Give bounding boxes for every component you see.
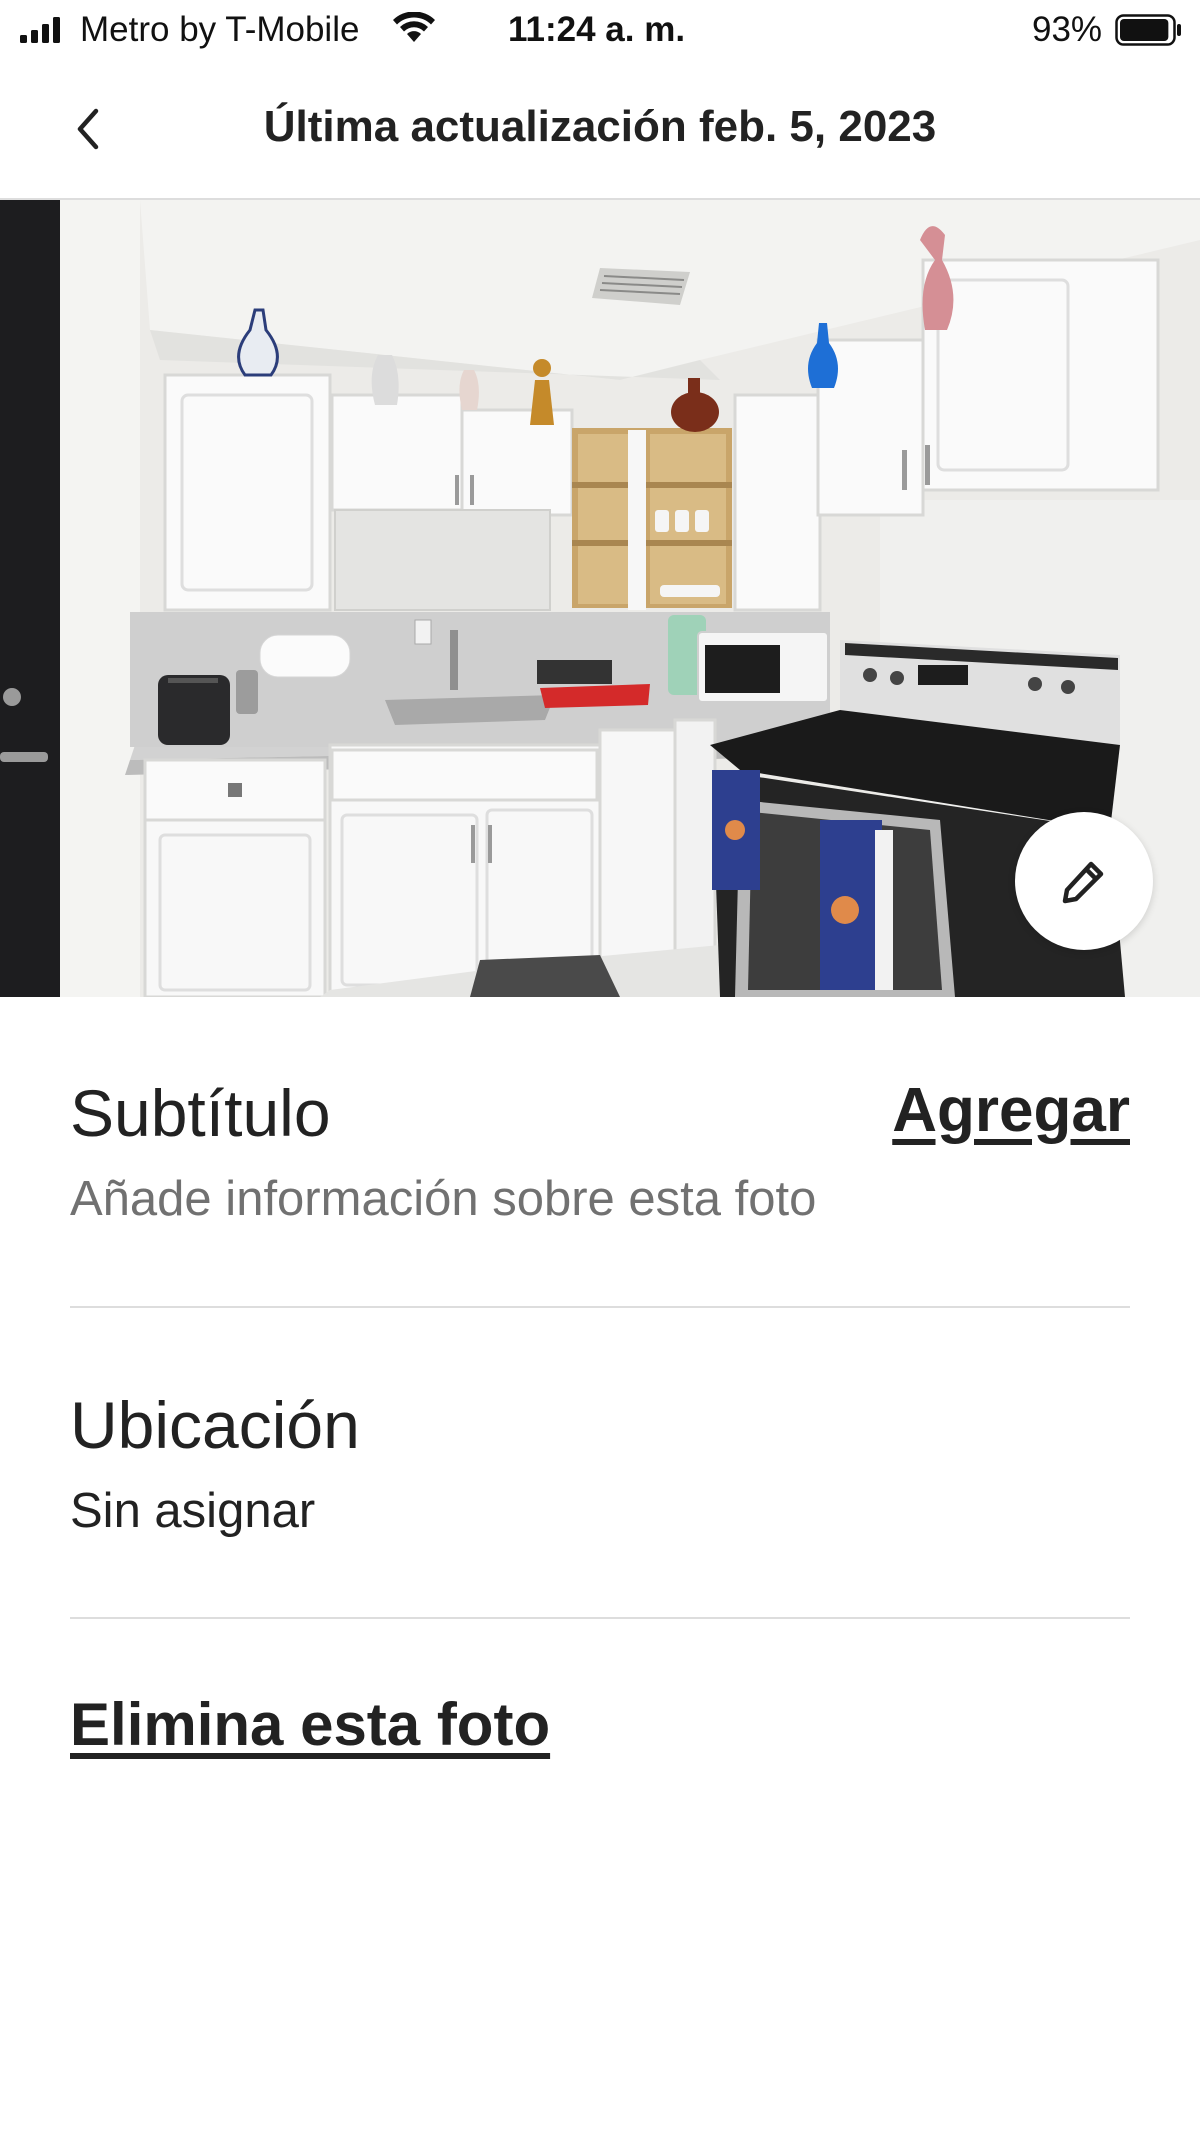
signal-bars-icon <box>20 17 60 43</box>
location-title: Ubicación <box>70 1388 360 1462</box>
location-section[interactable]: Ubicación Sin asignar <box>70 1387 1130 1557</box>
wifi-icon <box>393 12 435 42</box>
status-time: 11:24 a. m. <box>508 10 686 49</box>
delete-photo-link[interactable]: Elimina esta foto <box>70 1690 550 1759</box>
chevron-left-icon <box>77 108 99 150</box>
back-button[interactable] <box>62 102 116 156</box>
edit-pencil-icon <box>1062 861 1104 904</box>
carrier-name: Metro by T-Mobile <box>80 10 360 49</box>
section-divider <box>70 1306 1130 1308</box>
caption-section: Subtítulo Agregar Añade información sobr… <box>70 1075 1130 1245</box>
top-navigation-bar: Última actualización feb. 5, 2023 <box>0 62 1200 200</box>
page-title: Última actualización feb. 5, 2023 <box>263 102 937 151</box>
edit-photo-button[interactable] <box>1015 812 1153 950</box>
caption-placeholder: Añade información sobre esta foto <box>70 1172 817 1226</box>
section-divider <box>70 1617 1130 1619</box>
add-caption-link[interactable]: Agregar <box>892 1075 1130 1146</box>
location-value: Sin asignar <box>70 1484 316 1538</box>
battery-icon <box>1115 14 1181 46</box>
battery-percentage: 93% <box>1032 10 1103 49</box>
status-bar: Metro by T-Mobile 11:24 a. m. 93% <box>0 0 1200 62</box>
listing-photo[interactable] <box>0 200 1200 997</box>
